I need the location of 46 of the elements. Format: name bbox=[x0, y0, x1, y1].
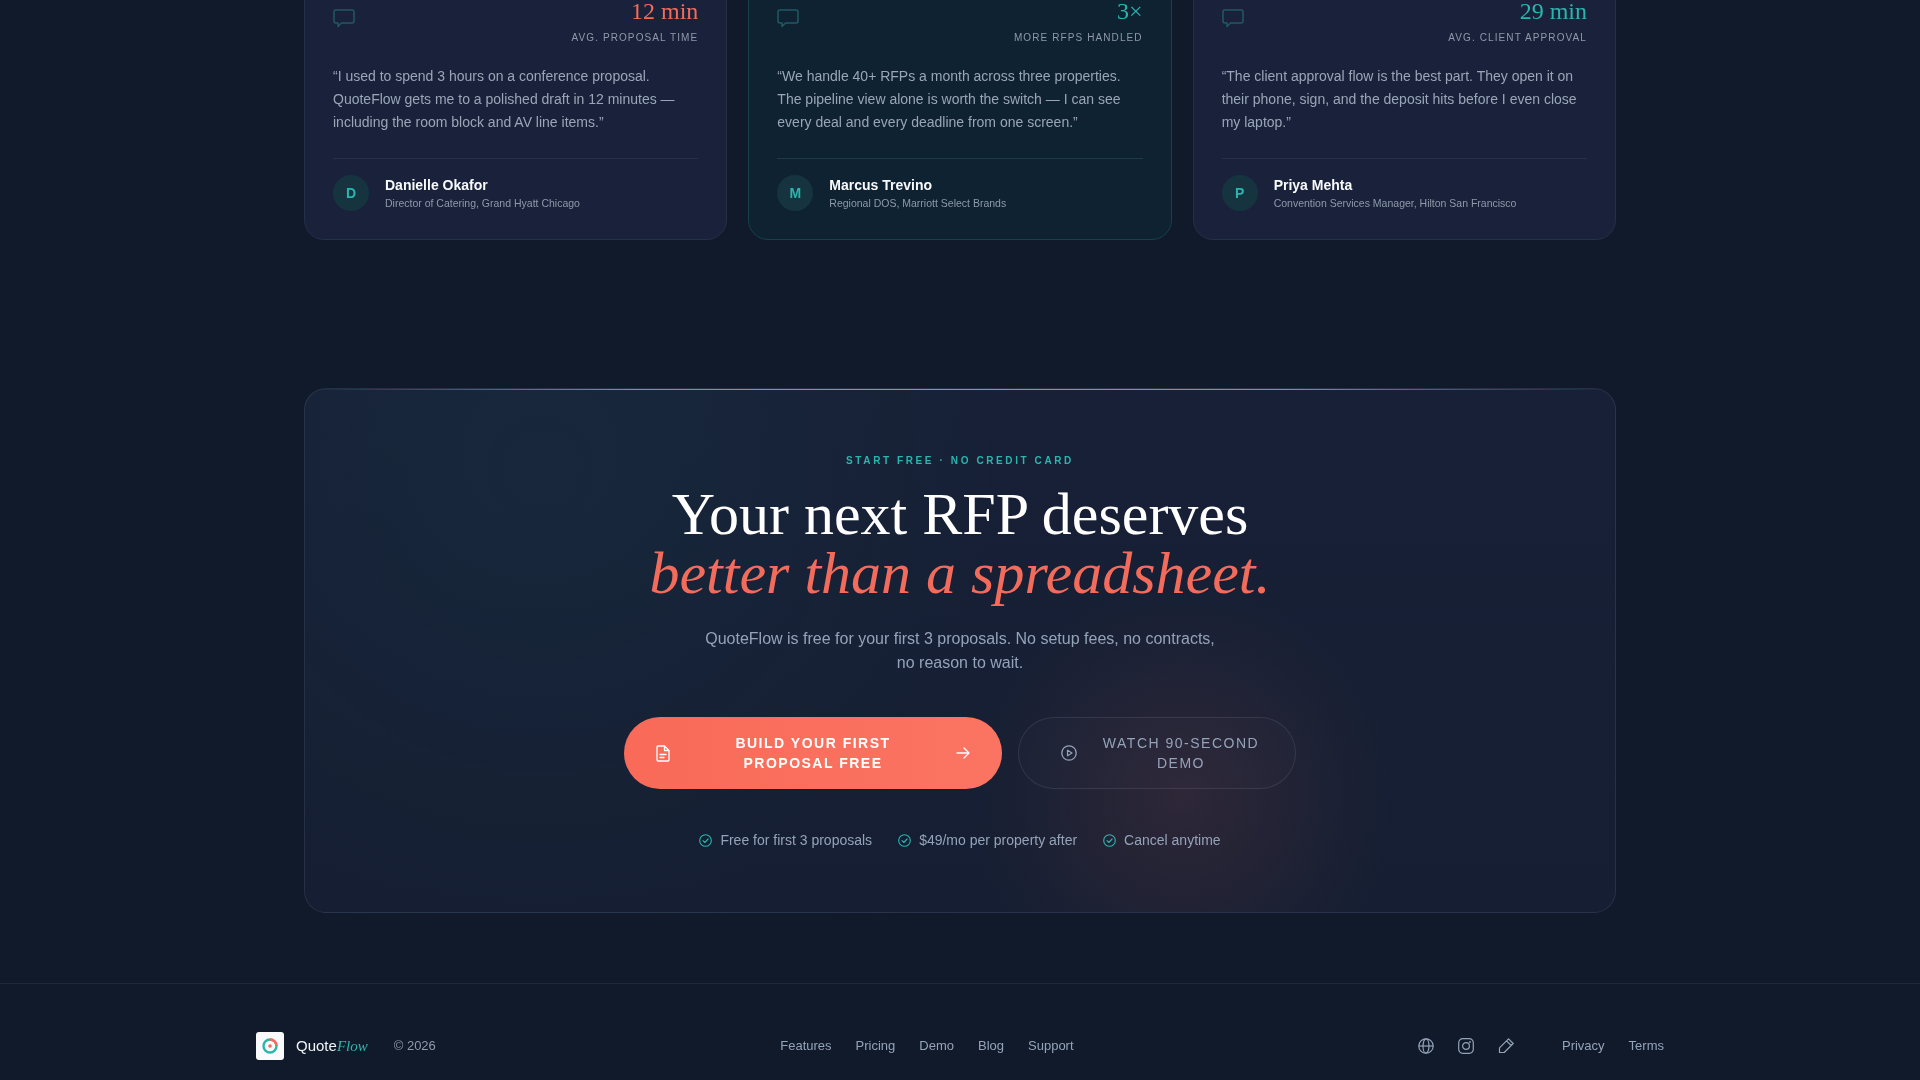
author-role: Convention Services Manager, Hilton San Francisco bbox=[1273, 195, 1517, 210]
perk-text: $49/mo per property after bbox=[919, 831, 1078, 850]
chat-bubble-icon bbox=[777, 9, 800, 28]
watch-demo-button[interactable]: WATCH 90-SECOND DEMO bbox=[1018, 717, 1296, 789]
arrow-right-icon bbox=[956, 747, 970, 759]
camera-icon[interactable] bbox=[1458, 1038, 1474, 1054]
eyebrow-text: START FREE · NO CREDIT CARD bbox=[845, 455, 1075, 467]
pen-icon[interactable] bbox=[1498, 1038, 1514, 1054]
perk-text: Free for first 3 proposals bbox=[720, 831, 873, 850]
document-icon bbox=[656, 744, 670, 762]
avatar-initial: D bbox=[333, 175, 369, 211]
logo-icon[interactable] bbox=[256, 1032, 284, 1060]
stat-label: AVG. CLIENT APPROVAL bbox=[1448, 32, 1587, 44]
check-circle-icon bbox=[699, 833, 713, 847]
play-circle-icon bbox=[1061, 745, 1077, 761]
author-name: Danielle Okafor bbox=[385, 176, 489, 194]
stat-value: 3× bbox=[1117, 0, 1143, 23]
footer-link[interactable]: Pricing bbox=[855, 1036, 896, 1056]
footer-link[interactable]: Privacy bbox=[1562, 1036, 1605, 1056]
stat-label: MORE RFPS HANDLED bbox=[1013, 32, 1143, 44]
footer-link[interactable]: Blog bbox=[978, 1036, 1005, 1056]
footer-link[interactable]: Terms bbox=[1628, 1036, 1664, 1056]
author-name: Priya Mehta bbox=[1273, 176, 1354, 194]
check-circle-icon bbox=[898, 833, 912, 847]
chat-bubble-icon bbox=[333, 9, 355, 28]
author-role: Director of Catering, Grand Hyatt Chicago bbox=[385, 195, 580, 210]
copyright-text: © 2026 bbox=[393, 1037, 436, 1056]
testimonial-quote: “We handle 40+ RFPs a month across three properties. The pipeline view alone is worth the switch — I can see every deal and every deadline from one screen.” bbox=[777, 67, 1122, 132]
cta-description: QuoteFlow is free for your first 3 proposals. No setup fees, no contracts, no reason to wait. bbox=[704, 629, 1216, 673]
author-role: Regional DOS, Marriott Select Brands bbox=[829, 195, 1007, 210]
footer-link[interactable]: Demo bbox=[919, 1036, 954, 1056]
footer-link[interactable]: Features bbox=[780, 1036, 832, 1056]
brand-name: QuoteFlow bbox=[296, 1035, 368, 1056]
avatar-initial: P bbox=[1221, 175, 1258, 211]
testimonial-quote: “I used to spend 3 hours on a conference proposal. QuoteFlow gets me to a polished draft in 12 minutes — including the room block and AV line items.” bbox=[333, 67, 676, 132]
author-name: Marcus Trevino bbox=[829, 176, 934, 194]
check-circle-icon bbox=[1103, 833, 1117, 847]
avatar-initial: M bbox=[777, 175, 814, 211]
globe-icon[interactable] bbox=[1418, 1038, 1434, 1054]
stat-label: AVG. PROPOSAL TIME bbox=[571, 32, 699, 44]
footer-link[interactable]: Support bbox=[1028, 1036, 1074, 1056]
stat-value: 12 min bbox=[631, 0, 699, 23]
chat-bubble-icon bbox=[1221, 9, 1244, 28]
perk-text: Cancel anytime bbox=[1124, 831, 1221, 850]
stat-value: 29 min bbox=[1519, 0, 1587, 23]
testimonial-quote: “The client approval flow is the best part. They open it on their phone, sign, and the deposit hits before I even close my laptop.” bbox=[1221, 67, 1578, 132]
